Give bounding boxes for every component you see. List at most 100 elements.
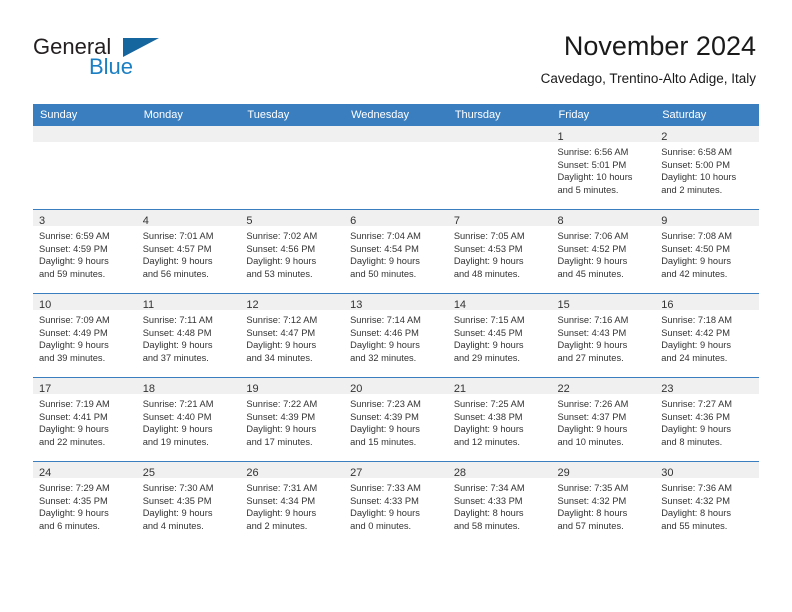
calendar-day-cell[interactable]: 24 Sunrise: 7:29 AM Sunset: 4:35 PM Dayligh… bbox=[33, 461, 137, 545]
daylight-text-line2: and 2 minutes. bbox=[246, 520, 308, 531]
calendar-day-cell[interactable]: 10 Sunrise: 7:09 AM Sunset: 4:49 PM Dayligh… bbox=[33, 293, 137, 378]
daylight-text-line2: and 59 minutes. bbox=[39, 268, 106, 279]
calendar-day-cell[interactable]: 3 Sunrise: 6:59 AM Sunset: 4:59 PM Daylight… bbox=[33, 209, 137, 294]
calendar-day-cell[interactable]: 20 Sunrise: 7:23 AM Sunset: 4:39 PM Dayligh… bbox=[344, 377, 448, 462]
day-cell-details: Sunrise: 7:36 AM Sunset: 4:32 PM Daylight:… bbox=[655, 478, 759, 532]
calendar-day-cell[interactable]: 7 Sunrise: 7:05 AM Sunset: 4:53 PM Daylight… bbox=[447, 209, 552, 294]
day-cell-details: Sunrise: 7:14 AM Sunset: 4:46 PM Daylight:… bbox=[344, 310, 448, 364]
sunset-text: Sunset: 4:48 PM bbox=[142, 327, 212, 338]
day-number-band: 18 bbox=[136, 378, 241, 395]
daylight-text-line1: Daylight: 9 hours bbox=[661, 340, 731, 351]
daylight-text-line1: Daylight: 9 hours bbox=[661, 424, 731, 435]
daylight-text-line1: Daylight: 9 hours bbox=[557, 256, 628, 267]
sunset-text: Sunset: 4:32 PM bbox=[557, 495, 627, 506]
day-number-band: 13 bbox=[344, 294, 448, 311]
daylight-text-line1: Daylight: 9 hours bbox=[557, 424, 628, 435]
calendar-day-cell[interactable]: 5 Sunrise: 7:02 AM Sunset: 4:56 PM Daylight… bbox=[240, 209, 345, 294]
daylight-text-line2: and 53 minutes. bbox=[246, 268, 313, 279]
calendar-day-cell[interactable]: 23 Sunrise: 7:27 AM Sunset: 4:36 PM Dayligh… bbox=[655, 377, 759, 462]
day-number-band: 1 bbox=[551, 126, 656, 143]
sunrise-text: Sunrise: 7:36 AM bbox=[661, 483, 733, 493]
day-number: 26 bbox=[246, 467, 259, 479]
sunrise-text: Sunrise: 7:35 AM bbox=[557, 483, 629, 493]
daylight-text-line2: and 37 minutes. bbox=[142, 352, 209, 363]
calendar-day-cell[interactable]: 25 Sunrise: 7:30 AM Sunset: 4:35 PM Dayligh… bbox=[136, 461, 241, 545]
day-number-band: 8 bbox=[551, 210, 656, 227]
day-cell-details: Sunrise: 7:33 AM Sunset: 4:33 PM Daylight:… bbox=[344, 478, 448, 532]
page-title: November 2024 bbox=[563, 31, 756, 61]
day-number-band: 26 bbox=[240, 462, 345, 479]
calendar-day-cell[interactable]: 8 Sunrise: 7:06 AM Sunset: 4:52 PM Daylight… bbox=[551, 209, 656, 294]
calendar-day-cell[interactable]: 16 Sunrise: 7:18 AM Sunset: 4:42 PM Dayligh… bbox=[655, 293, 759, 378]
day-number-band: 11 bbox=[136, 294, 241, 311]
calendar-day-cell[interactable]: 11 Sunrise: 7:11 AM Sunset: 4:48 PM Dayligh… bbox=[136, 293, 241, 378]
day-cell-details: Sunrise: 6:59 AM Sunset: 4:59 PM Daylight:… bbox=[33, 226, 137, 280]
calendar-day-cell[interactable]: 15 Sunrise: 7:16 AM Sunset: 4:43 PM Dayligh… bbox=[551, 293, 656, 378]
day-number: 5 bbox=[246, 215, 253, 227]
calendar-day-cell[interactable]: 13 Sunrise: 7:14 AM Sunset: 4:46 PM Dayligh… bbox=[344, 293, 448, 378]
calendar-day-cell[interactable]: 9 Sunrise: 7:08 AM Sunset: 4:50 PM Daylight… bbox=[655, 209, 759, 294]
sunset-text: Sunset: 4:34 PM bbox=[246, 495, 316, 506]
day-number: 10 bbox=[39, 299, 52, 311]
day-number: 24 bbox=[39, 467, 52, 479]
sunrise-text: Sunrise: 7:16 AM bbox=[557, 315, 629, 325]
day-number: 3 bbox=[39, 215, 46, 227]
calendar-day-cell[interactable]: 30 Sunrise: 7:36 AM Sunset: 4:32 PM Dayligh… bbox=[655, 461, 759, 545]
daylight-text-line2: and 34 minutes. bbox=[246, 352, 313, 363]
calendar-day-cell[interactable]: 14 Sunrise: 7:15 AM Sunset: 4:45 PM Dayligh… bbox=[447, 293, 552, 378]
day-number-band: 2 bbox=[655, 126, 759, 143]
calendar-day-cell[interactable]: 2 Sunrise: 6:58 AM Sunset: 5:00 PM Daylight… bbox=[655, 126, 759, 210]
daylight-text-line1: Daylight: 10 hours bbox=[557, 172, 633, 183]
calendar-day-cell[interactable]: 26 Sunrise: 7:31 AM Sunset: 4:34 PM Dayligh… bbox=[240, 461, 345, 545]
sunset-text: Sunset: 5:01 PM bbox=[557, 159, 627, 170]
calendar-week-row: 3 Sunrise: 6:59 AM Sunset: 4:59 PM Daylight… bbox=[33, 209, 759, 294]
day-number-band: 10 bbox=[33, 294, 137, 311]
day-cell-details: Sunrise: 7:31 AM Sunset: 4:34 PM Daylight:… bbox=[240, 478, 344, 532]
day-cell-details: Sunrise: 7:06 AM Sunset: 4:52 PM Daylight:… bbox=[552, 226, 656, 280]
day-number-band bbox=[344, 126, 448, 142]
calendar-day-cell[interactable]: 12 Sunrise: 7:12 AM Sunset: 4:47 PM Dayligh… bbox=[240, 293, 345, 378]
sunset-text: Sunset: 4:33 PM bbox=[350, 495, 419, 506]
title-block: November 2024 Cavedago, Trentino-Alto Ad… bbox=[541, 30, 756, 88]
calendar-day-cell[interactable]: 19 Sunrise: 7:22 AM Sunset: 4:39 PM Dayligh… bbox=[240, 377, 345, 462]
calendar-day-cell[interactable]: 29 Sunrise: 7:35 AM Sunset: 4:32 PM Dayligh… bbox=[551, 461, 656, 545]
sunrise-text: Sunrise: 7:30 AM bbox=[142, 483, 214, 493]
daylight-text-line1: Daylight: 9 hours bbox=[246, 340, 317, 351]
day-number: 25 bbox=[142, 467, 155, 479]
calendar-day-cell[interactable]: 6 Sunrise: 7:04 AM Sunset: 4:54 PM Daylight… bbox=[344, 209, 448, 294]
day-cell-details: Sunrise: 7:23 AM Sunset: 4:39 PM Daylight:… bbox=[344, 394, 448, 448]
sunset-text: Sunset: 4:52 PM bbox=[557, 243, 627, 254]
daylight-text-line2: and 27 minutes. bbox=[557, 352, 624, 363]
day-number: 27 bbox=[350, 467, 363, 479]
day-number: 21 bbox=[453, 383, 467, 395]
sunset-text: Sunset: 4:37 PM bbox=[557, 411, 627, 422]
calendar-day-cell[interactable]: 17 Sunrise: 7:19 AM Sunset: 4:41 PM Dayligh… bbox=[33, 377, 137, 462]
calendar-cell-empty bbox=[240, 126, 345, 210]
day-number-band: 27 bbox=[344, 462, 448, 479]
calendar-day-cell[interactable]: 21 Sunrise: 7:25 AM Sunset: 4:38 PM Dayligh… bbox=[447, 377, 552, 462]
sunrise-text: Sunrise: 7:26 AM bbox=[557, 399, 629, 409]
generalblue-logo[interactable]: General Blue bbox=[33, 36, 213, 86]
daylight-text-line2: and 2 minutes. bbox=[661, 184, 723, 195]
calendar-day-cell[interactable]: 18 Sunrise: 7:21 AM Sunset: 4:40 PM Dayligh… bbox=[136, 377, 241, 462]
daylight-text-line2: and 32 minutes. bbox=[350, 352, 417, 363]
day-cell-details: Sunrise: 7:11 AM Sunset: 4:48 PM Daylight:… bbox=[137, 310, 241, 364]
sunrise-text: Sunrise: 7:21 AM bbox=[142, 399, 214, 409]
calendar-day-cell[interactable]: 28 Sunrise: 7:34 AM Sunset: 4:33 PM Dayligh… bbox=[447, 461, 552, 545]
calendar-day-cell[interactable]: 27 Sunrise: 7:33 AM Sunset: 4:33 PM Dayligh… bbox=[344, 461, 448, 545]
calendar-day-cell[interactable]: 22 Sunrise: 7:26 AM Sunset: 4:37 PM Dayligh… bbox=[551, 377, 656, 462]
calendar-day-cell[interactable]: 1 Sunrise: 6:56 AM Sunset: 5:01 PM Daylight… bbox=[551, 126, 656, 210]
daylight-text-line2: and 48 minutes. bbox=[453, 268, 520, 279]
day-number: 1 bbox=[557, 131, 564, 143]
sunrise-sunset-calendar-table: Sunday Monday Tuesday Wednesday Thursday… bbox=[33, 104, 759, 545]
day-cell-details: Sunrise: 7:15 AM Sunset: 4:45 PM Daylight:… bbox=[448, 310, 552, 364]
day-number-band bbox=[447, 126, 552, 142]
sunset-text: Sunset: 4:45 PM bbox=[453, 327, 523, 338]
day-number: 17 bbox=[39, 383, 52, 395]
daylight-text-line1: Daylight: 10 hours bbox=[661, 172, 737, 183]
daylight-text-line2: and 39 minutes. bbox=[39, 352, 106, 363]
sunrise-text: Sunrise: 7:08 AM bbox=[661, 231, 733, 241]
calendar-day-cell[interactable]: 4 Sunrise: 7:01 AM Sunset: 4:57 PM Daylight… bbox=[136, 209, 241, 294]
sunset-text: Sunset: 4:35 PM bbox=[39, 495, 108, 506]
day-cell-details: Sunrise: 7:05 AM Sunset: 4:53 PM Daylight:… bbox=[448, 226, 552, 280]
